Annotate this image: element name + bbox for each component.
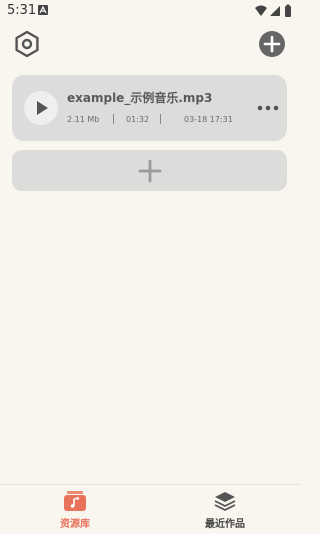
wifi-icon (255, 5, 267, 16)
file-card[interactable]: example_示例音乐.mp3 2.11 Mb 01:32 03-18 17:… (12, 75, 287, 141)
status-indicators (254, 4, 294, 18)
status-time: 5:31 (7, 3, 37, 18)
file-duration: 01:32 (126, 115, 150, 124)
play-button[interactable] (24, 91, 58, 125)
add-button[interactable] (259, 31, 285, 57)
more-dots-icon (257, 105, 279, 111)
meta-divider (113, 114, 114, 124)
layers-icon (214, 491, 236, 511)
add-circle-icon (263, 35, 281, 53)
more-options-button[interactable] (257, 103, 279, 113)
status-bar: 5:31 (0, 0, 300, 22)
music-library-icon (64, 491, 86, 511)
play-icon (37, 101, 48, 115)
plus-icon (138, 159, 162, 183)
bottom-nav: 资源库 最近作品 (0, 484, 300, 534)
meta-divider (160, 114, 161, 124)
settings-button[interactable] (12, 29, 42, 59)
nav-recent-works[interactable]: 最近作品 (185, 485, 265, 534)
file-date: 03-18 17:31 (184, 115, 233, 124)
add-file-card[interactable] (12, 150, 287, 191)
battery-icon (285, 4, 291, 17)
file-name: example_示例音乐.mp3 (67, 91, 213, 105)
nav-library-label: 资源库 (60, 519, 90, 530)
notification-a-icon (38, 5, 48, 15)
nav-recent-works-label: 最近作品 (205, 519, 245, 530)
nav-library[interactable]: 资源库 (35, 485, 115, 534)
signal-icon (270, 6, 280, 16)
hexagon-settings-icon (15, 30, 39, 58)
file-size: 2.11 Mb (67, 115, 100, 124)
